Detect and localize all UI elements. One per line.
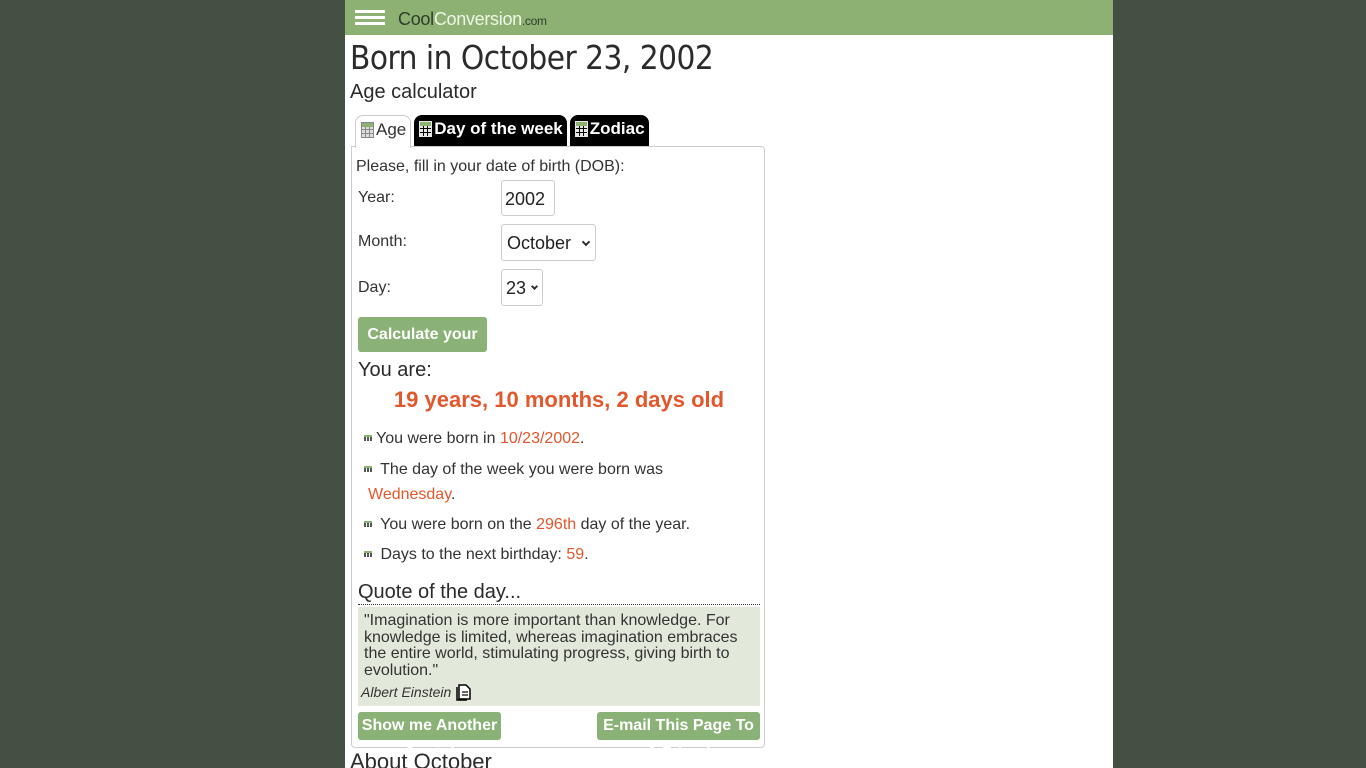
tab-bar: Age Day of the week Zodiac [355,115,652,148]
bullet-icon [364,551,372,557]
tab-zodiac[interactable]: Zodiac [569,115,649,147]
year-input[interactable]: 2002 [501,180,555,216]
form-intro: Please, fill in your date of birth (DOB)… [356,158,625,175]
day-select-value: 23 [506,278,527,298]
another-quote-button[interactable]: Show me Another Quote! [358,712,501,762]
hamburger-menu-icon[interactable] [355,10,385,26]
quote-text: "Imagination is more important than know… [364,612,738,679]
bullet-icon [364,466,372,472]
page-title: Born in October 23, 2002 [350,38,714,77]
day-label: Day: [358,279,391,296]
tab-day-of-week[interactable]: Day of the week [414,115,567,147]
tab-age-label: Age [376,120,407,139]
month-label: Month: [358,233,407,250]
age-result: 19 years, 10 months, 2 days old [393,387,725,412]
chevron-down-icon [530,282,539,291]
page-subtitle: Age calculator [350,81,477,103]
email-page-button[interactable]: E-mail This Page To A Friend [597,712,760,762]
month-select-value: October [507,233,572,253]
site-logo[interactable]: CoolConversion.com [398,9,547,30]
year-label: Year: [358,189,395,206]
table-icon [574,121,588,137]
day-of-year-value: 296th [536,516,577,533]
tab-zodiac-label: Zodiac [589,119,645,138]
year-input-value: 2002 [505,189,546,209]
logo-conversion: Conversion [433,9,522,29]
calculate-age-button[interactable]: Calculate your Age! [358,317,487,378]
table-icon [361,122,374,138]
fact-next-birthday: Days to the next birthday: 59. [364,542,759,567]
day-select[interactable]: 23 [501,269,543,306]
fact-day-of-year: You were born on the 296th day of the ye… [364,512,759,537]
next-birthday-value: 59 [566,546,585,563]
fact-birth-date: You were born in 10/23/2002. [364,426,759,451]
table-icon [419,121,433,137]
bullet-icon [364,521,372,527]
quote-author-row: Albert Einstein [361,683,754,701]
logo-com: .com [521,14,547,28]
copy-icon[interactable] [456,683,473,701]
chevron-down-icon [581,237,591,247]
logo-cool: Cool [398,9,434,29]
weekday-value: Wednesday [368,486,452,503]
quote-heading: Quote of the day... [358,581,760,605]
tab-age[interactable]: Age [355,115,412,148]
tab-day-of-week-label: Day of the week [434,119,563,138]
about-section-heading: About October [350,749,492,768]
quote-author: Albert Einstein [361,684,452,700]
quote-box: "Imagination is more important than know… [358,607,760,706]
page-container: CoolConversion.com Born in October 23, 2… [345,0,1113,768]
top-bar: CoolConversion.com [345,0,1113,35]
age-calculator-panel: Please, fill in your date of birth (DOB)… [351,146,765,762]
birth-date-value: 10/23/2002 [499,430,581,447]
month-select[interactable]: October [501,224,596,261]
bullet-icon [364,435,372,441]
fact-weekday: The day of the week you were born was We… [364,457,759,507]
result-heading: You are: [358,359,432,381]
